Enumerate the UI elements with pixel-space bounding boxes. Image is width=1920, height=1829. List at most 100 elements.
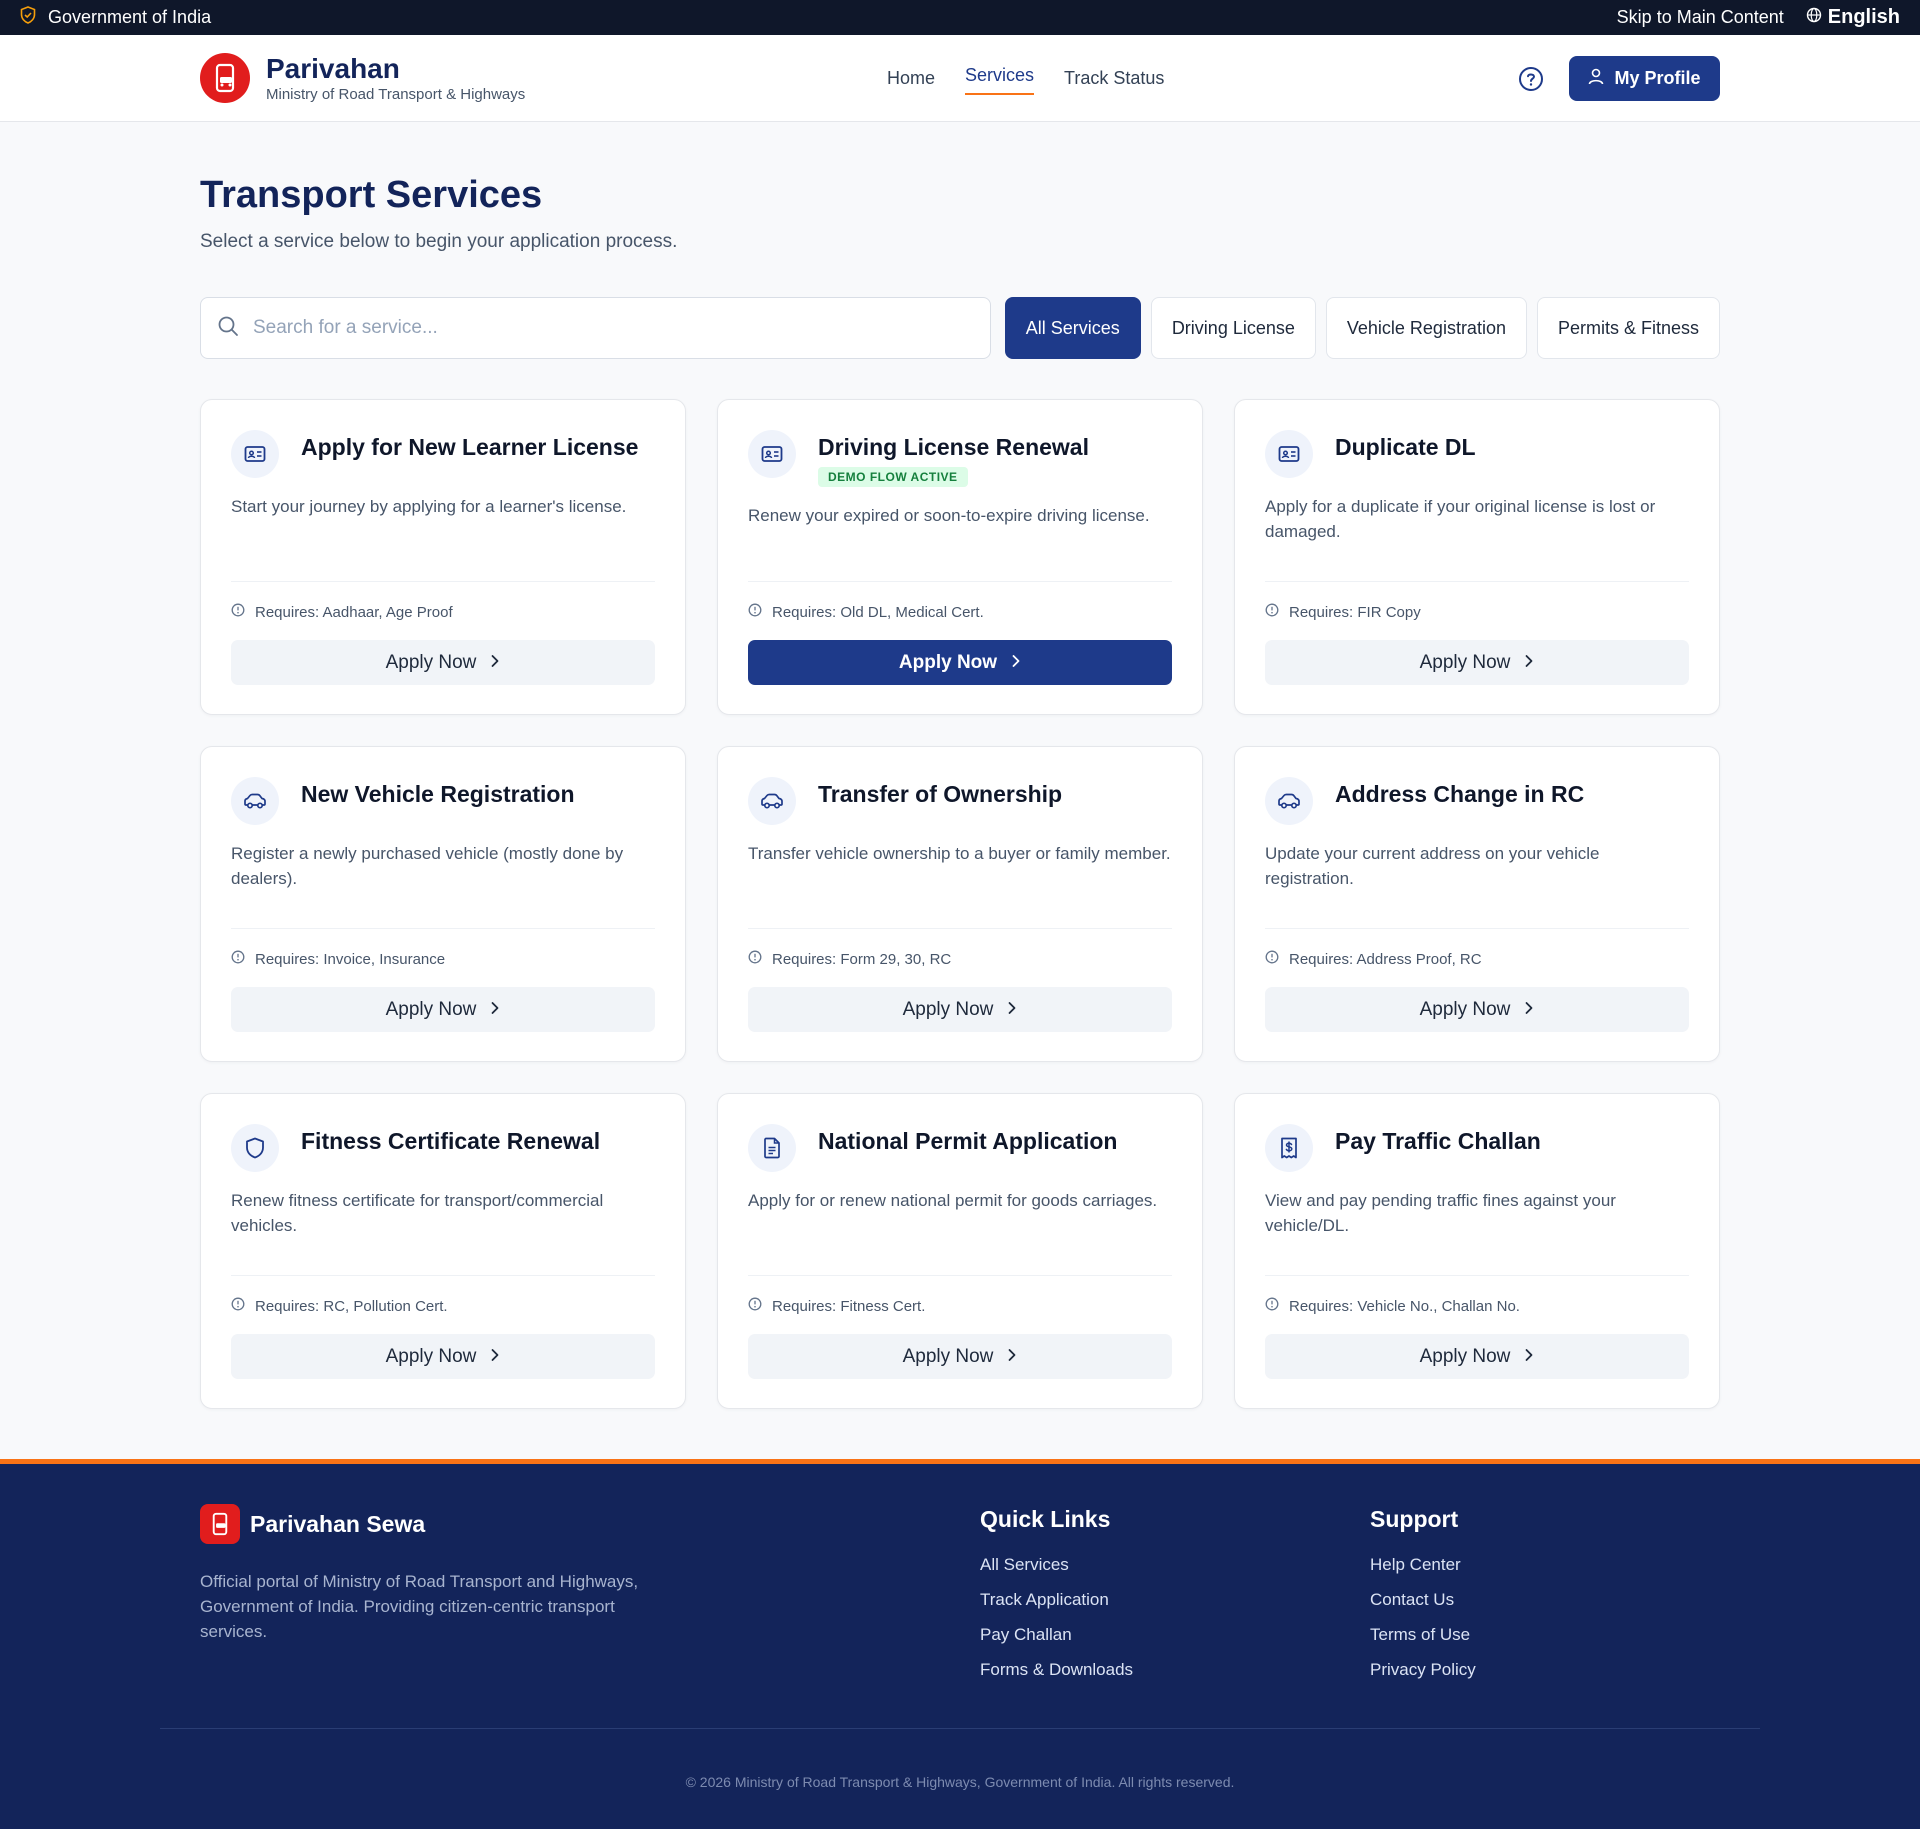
footer-divider: [160, 1728, 1760, 1729]
service-description: Transfer vehicle ownership to a buyer or…: [748, 844, 1171, 863]
nav-track-status[interactable]: Track Status: [1064, 35, 1164, 122]
info-clock-icon: [748, 603, 762, 621]
filter-permits-fitness[interactable]: Permits & Fitness: [1536, 297, 1720, 359]
footer-link-privacy-policy[interactable]: Privacy Policy: [1370, 1660, 1476, 1695]
footer-quick-links: Quick Links All Services Track Applicati…: [980, 1506, 1133, 1695]
service-card: Apply for New Learner License Start your …: [200, 399, 686, 715]
footer-link-track-application[interactable]: Track Application: [980, 1590, 1133, 1625]
service-title: Pay Traffic Challan: [1335, 1128, 1541, 1154]
service-card: National Permit Application Apply for or …: [717, 1093, 1203, 1409]
footer-brand[interactable]: Parivahan Sewa: [200, 1504, 425, 1544]
car-icon: [231, 777, 279, 825]
apply-now-button[interactable]: Apply Now: [231, 1334, 655, 1379]
service-title: New Vehicle Registration: [301, 781, 575, 807]
apply-now-button[interactable]: Apply Now: [231, 640, 655, 685]
id-card-icon: [748, 430, 796, 478]
id-card-icon: [1265, 430, 1313, 478]
page-subtitle: Select a service below to begin your app…: [200, 231, 678, 252]
chevron-right-icon: [1524, 999, 1534, 1021]
apply-now-button[interactable]: Apply Now: [231, 987, 655, 1032]
requirements-text: Requires: Fitness Cert.: [772, 1297, 926, 1315]
footer-brand-name: Parivahan Sewa: [250, 1510, 426, 1537]
footer-description: Official portal of Ministry of Road Tran…: [200, 1572, 639, 1641]
main-content: Transport Services Select a service belo…: [200, 122, 1720, 1409]
search-input[interactable]: [253, 317, 953, 339]
card-divider: [1265, 928, 1689, 929]
info-clock-icon: [1265, 1297, 1279, 1315]
services-grid: Apply for New Learner License Start your …: [200, 399, 1720, 1409]
nav-services-label: Services: [965, 65, 1035, 85]
filter-tabs: All Services Driving License Vehicle Reg…: [1004, 297, 1720, 359]
apply-now-label: Apply Now: [385, 1345, 477, 1367]
my-profile-label: My Profile: [1614, 68, 1701, 88]
service-requirements: Requires: Invoice, Insurance: [231, 950, 445, 968]
requirements-text: Requires: Form 29, 30, RC: [772, 950, 952, 968]
footer-link-all-services[interactable]: All Services: [980, 1555, 1133, 1590]
service-description: View and pay pending traffic fines again…: [1265, 1191, 1616, 1235]
id-card-icon: [231, 430, 279, 478]
requirements-text: Requires: Old DL, Medical Cert.: [772, 603, 984, 621]
info-clock-icon: [231, 603, 245, 621]
card-divider: [748, 581, 1172, 582]
nav-track-status-label: Track Status: [1064, 68, 1165, 88]
apply-now-button[interactable]: Apply Now: [748, 640, 1172, 685]
globe-icon: [1806, 6, 1822, 29]
service-description: Apply for or renew national permit for g…: [748, 1191, 1158, 1210]
filter-driving-license[interactable]: Driving License: [1150, 297, 1316, 359]
my-profile-button[interactable]: My Profile: [1569, 56, 1720, 101]
service-title: Duplicate DL: [1335, 434, 1476, 460]
info-clock-icon: [231, 1297, 245, 1315]
service-requirements: Requires: RC, Pollution Cert.: [231, 1297, 448, 1315]
card-divider: [231, 581, 655, 582]
brand-subtitle: Ministry of Road Transport & Highways: [266, 85, 526, 103]
apply-now-button[interactable]: Apply Now: [1265, 640, 1689, 685]
apply-now-button[interactable]: Apply Now: [748, 987, 1172, 1032]
nav-services[interactable]: Services: [965, 35, 1035, 122]
footer-link-help-center[interactable]: Help Center: [1370, 1555, 1476, 1590]
service-card: Transfer of Ownership Transfer vehicle ow…: [717, 746, 1203, 1062]
requirements-text: Requires: FIR Copy: [1289, 603, 1421, 621]
nav-home-label: Home: [887, 68, 936, 88]
apply-now-button[interactable]: Apply Now: [1265, 1334, 1689, 1379]
car-icon: [1265, 777, 1313, 825]
footer-link-forms-downloads[interactable]: Forms & Downloads: [980, 1660, 1133, 1695]
chevron-right-icon: [1524, 1346, 1534, 1368]
apply-now-button[interactable]: Apply Now: [1265, 987, 1689, 1032]
search-box: [200, 297, 991, 359]
footer-link-pay-challan[interactable]: Pay Challan: [980, 1625, 1133, 1660]
filter-vehicle-registration[interactable]: Vehicle Registration: [1325, 297, 1527, 359]
shield-icon: [231, 1124, 279, 1172]
skip-to-content-link[interactable]: Skip to Main Content: [1617, 7, 1784, 28]
requirements-text: Requires: Aadhaar, Age Proof: [255, 603, 453, 621]
info-clock-icon: [748, 1297, 762, 1315]
card-divider: [231, 1275, 655, 1276]
gov-label-group: Government of India: [20, 6, 211, 29]
footer-quick-links-title: Quick Links: [980, 1506, 1111, 1532]
apply-now-label: Apply Now: [1419, 1345, 1511, 1367]
apply-now-label: Apply Now: [902, 998, 994, 1020]
gov-top-bar: Government of India Skip to Main Content…: [0, 0, 1920, 35]
service-requirements: Requires: Address Proof, RC: [1265, 950, 1482, 968]
footer-link-contact-us[interactable]: Contact Us: [1370, 1590, 1476, 1625]
help-icon[interactable]: [1518, 66, 1544, 92]
nav-home[interactable]: Home: [887, 35, 935, 122]
site-header: Parivahan Ministry of Road Transport & H…: [0, 35, 1920, 122]
service-card: New Vehicle Registration Register a newly…: [200, 746, 686, 1062]
search-icon: [217, 315, 239, 342]
info-clock-icon: [1265, 950, 1279, 968]
parivahan-logo-icon: [200, 1504, 240, 1544]
card-divider: [748, 928, 1172, 929]
requirements-text: Requires: Address Proof, RC: [1289, 950, 1482, 968]
main-nav: Home Services Track Status: [887, 35, 1164, 122]
filter-all-services[interactable]: All Services: [1004, 297, 1141, 359]
service-requirements: Requires: Vehicle No., Challan No.: [1265, 1297, 1520, 1315]
brand[interactable]: Parivahan Ministry of Road Transport & H…: [200, 53, 525, 103]
service-controls: All Services Driving License Vehicle Reg…: [200, 297, 1720, 359]
footer-link-terms-of-use[interactable]: Terms of Use: [1370, 1625, 1476, 1660]
brand-title: Parivahan: [266, 52, 400, 84]
apply-now-button[interactable]: Apply Now: [748, 1334, 1172, 1379]
service-description: Apply for a duplicate if your original l…: [1265, 497, 1656, 541]
service-requirements: Requires: Fitness Cert.: [748, 1297, 925, 1315]
language-selector[interactable]: English: [1806, 6, 1900, 29]
service-description: Renew your expired or soon-to-expire dri…: [748, 506, 1150, 525]
